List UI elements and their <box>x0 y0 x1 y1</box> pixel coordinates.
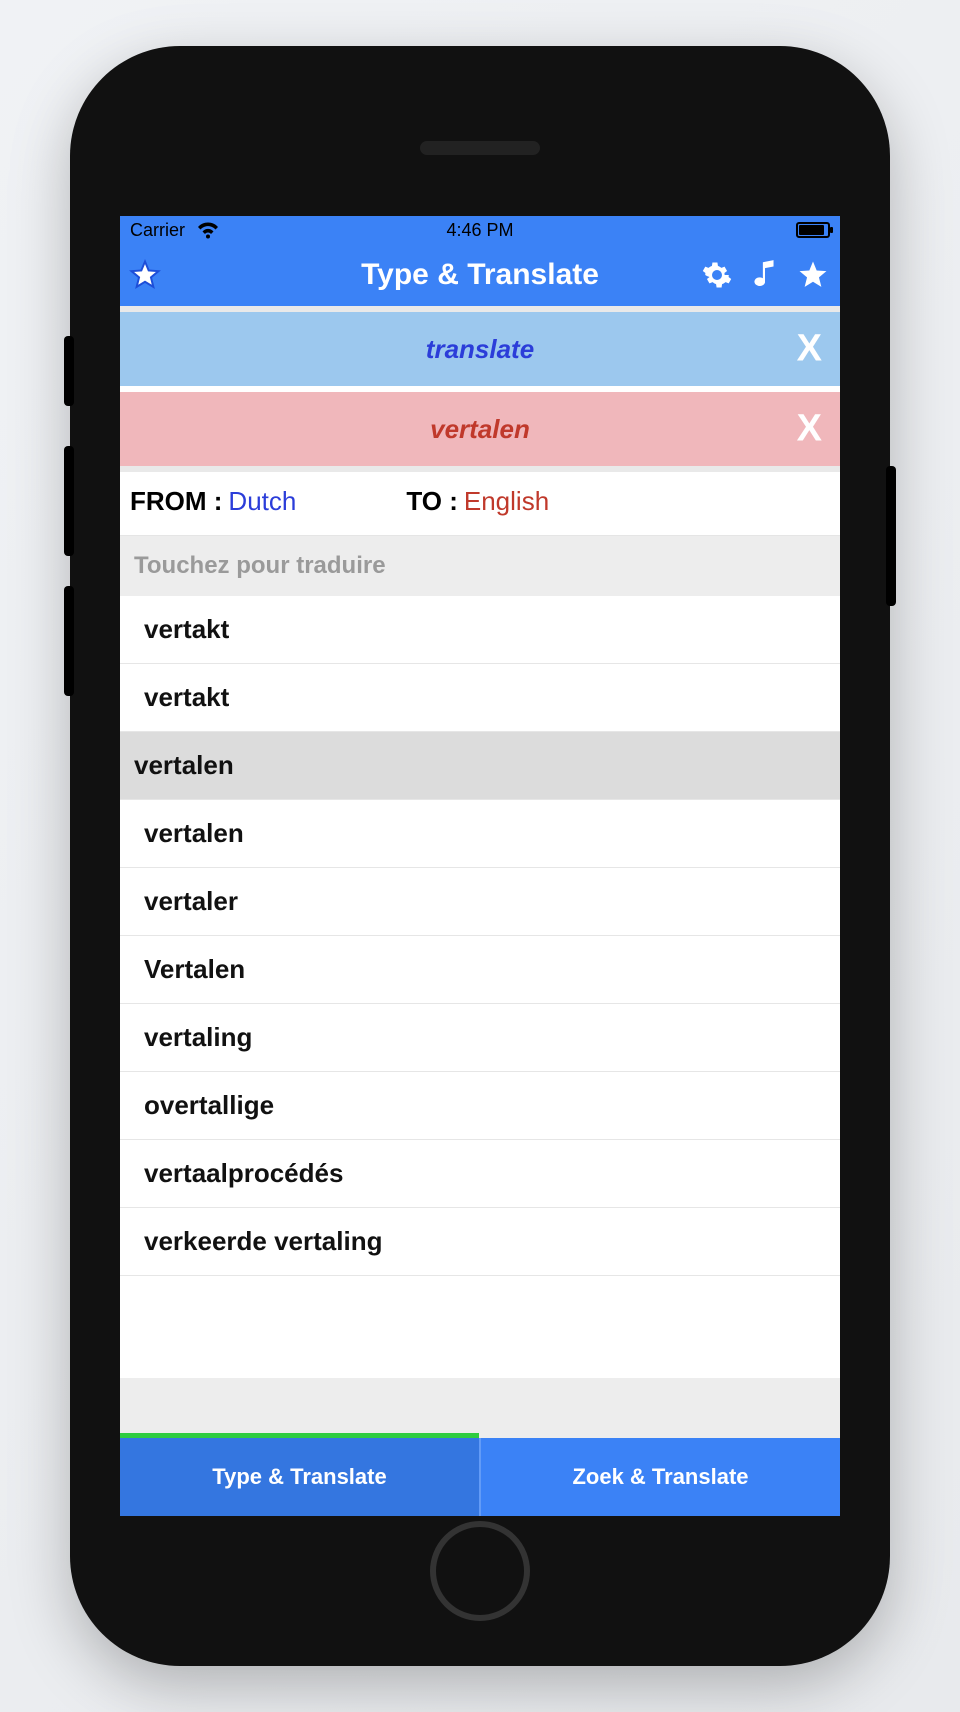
suggestion-row[interactable]: verkeerde vertaling <box>120 1208 840 1276</box>
tab-label: Type & Translate <box>212 1464 386 1490</box>
language-row: FROM : Dutch TO : English <box>120 472 840 536</box>
carrier-label: Carrier <box>130 220 185 241</box>
phone-side-button <box>64 446 74 556</box>
clear-source-button[interactable]: X <box>797 328 822 371</box>
phone-side-button <box>64 336 74 406</box>
status-bar: Carrier 4:46 PM <box>120 216 840 244</box>
suggestion-row[interactable]: Vertalen <box>120 936 840 1004</box>
page-title: Type & Translate <box>361 258 599 292</box>
suggestion-row[interactable]: overtallige <box>120 1072 840 1140</box>
clear-target-button[interactable]: X <box>797 408 822 451</box>
tab-label: Zoek & Translate <box>572 1464 748 1490</box>
phone-home-button[interactable] <box>430 1521 530 1621</box>
star-filled-icon[interactable] <box>796 258 830 292</box>
tab-type-translate[interactable]: Type & Translate <box>120 1438 479 1516</box>
from-language[interactable]: Dutch <box>228 486 296 517</box>
target-text-banner[interactable]: vertalen X <box>120 392 840 466</box>
suggestion-row[interactable]: vertaalprocédés <box>120 1140 840 1208</box>
suggestion-row[interactable]: vertalen <box>120 800 840 868</box>
suggestion-row[interactable]: vertaling <box>120 1004 840 1072</box>
phone-frame: Carrier 4:46 PM Type & Translate <box>70 46 890 1666</box>
suggestion-list[interactable]: vertaktvertaktvertalenvertalenvertalerVe… <box>120 596 840 1378</box>
tab-zoek-translate[interactable]: Zoek & Translate <box>479 1438 840 1516</box>
source-text-banner[interactable]: translate X <box>120 312 840 386</box>
battery-icon <box>796 222 830 238</box>
suggestion-row[interactable]: vertakt <box>120 664 840 732</box>
phone-speaker <box>420 141 540 155</box>
navbar: Type & Translate <box>120 244 840 306</box>
phone-side-button <box>886 466 896 606</box>
to-label: TO : <box>406 486 458 517</box>
bottom-tabs: Type & Translate Zoek & Translate <box>120 1438 840 1516</box>
to-language[interactable]: English <box>464 486 549 517</box>
from-label: FROM : <box>130 486 222 517</box>
suggestion-row[interactable]: vertalen <box>120 732 840 800</box>
suggestion-row[interactable]: vertaler <box>120 868 840 936</box>
screen: Carrier 4:46 PM Type & Translate <box>120 216 840 1516</box>
suggestion-row[interactable]: vertakt <box>120 596 840 664</box>
wifi-icon <box>191 216 225 247</box>
music-note-icon[interactable] <box>748 258 782 292</box>
star-outline-icon[interactable] <box>128 258 162 292</box>
tap-to-translate-hint: Touchez pour traduire <box>120 536 840 596</box>
source-text: translate <box>426 334 534 365</box>
target-text: vertalen <box>430 414 530 445</box>
gear-icon[interactable] <box>700 258 734 292</box>
list-filler <box>120 1378 840 1438</box>
clock: 4:46 PM <box>446 220 513 241</box>
phone-side-button <box>64 586 74 696</box>
